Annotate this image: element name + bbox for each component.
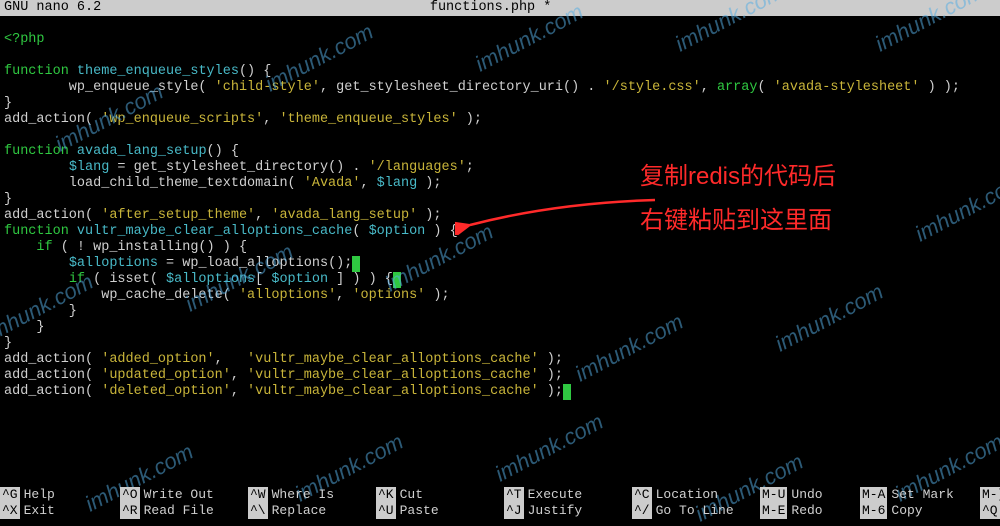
hotkey-exit[interactable]: ^XExit xyxy=(0,503,120,519)
code-line: add_action( 'added_option', 'vultr_maybe… xyxy=(4,352,563,367)
code-line: add_action( 'wp_enqueue_scripts', 'theme… xyxy=(4,112,482,127)
hotkey-write-out[interactable]: ^OWrite Out xyxy=(120,487,248,503)
hotkey-redo[interactable]: M-ERedo xyxy=(760,503,860,519)
titlebar: GNU nano 6.2 functions.php * xyxy=(0,0,1000,16)
code-line: } xyxy=(4,96,12,111)
code-line: add_action( 'deleted_option', 'vultr_may… xyxy=(4,384,571,399)
hotkey-where-is[interactable]: ^WWhere Is xyxy=(248,487,376,503)
code-line: } xyxy=(4,192,12,207)
hotkey-set-mark[interactable]: M-ASet Mark xyxy=(860,487,980,503)
hotkey-execute[interactable]: ^TExecute xyxy=(504,487,632,503)
code-line: function theme_enqueue_styles() { xyxy=(4,64,271,79)
hotkey-help[interactable]: ^GHelp xyxy=(0,487,120,503)
annotation-line-2: 右键粘贴到这里面 xyxy=(640,204,836,238)
hotkey-cut[interactable]: ^KCut xyxy=(376,487,504,503)
code-line: add_action( 'updated_option', 'vultr_may… xyxy=(4,368,563,383)
hotkey-justify[interactable]: ^JJustify xyxy=(504,503,632,519)
code-line: wp_cache_delete( 'alloptions', 'options'… xyxy=(4,288,450,303)
hotkey-extra-2[interactable]: ^QW xyxy=(980,503,1000,519)
editor-area[interactable]: <?php function theme_enqueue_styles() { … xyxy=(0,16,1000,400)
code-line: function avada_lang_setup() { xyxy=(4,144,239,159)
code-line: add_action( 'after_setup_theme', 'avada_… xyxy=(4,208,442,223)
code-line: $alloptions = wp_load_alloptions(); xyxy=(4,256,360,271)
hotkey-goto-line[interactable]: ^/Go To Line xyxy=(632,503,760,519)
code-line: } xyxy=(4,336,12,351)
annotation-line-1: 复制redis的代码后 xyxy=(640,160,836,194)
hotkey-copy[interactable]: M-6Copy xyxy=(860,503,980,519)
code-line: function vultr_maybe_clear_alloptions_ca… xyxy=(4,224,458,239)
code-line: load_child_theme_textdomain( 'Avada', $l… xyxy=(4,176,442,191)
code-line: } xyxy=(4,304,77,319)
hotkey-extra-1[interactable]: M-] xyxy=(980,487,1000,503)
code-line: $lang = get_stylesheet_directory() . '/l… xyxy=(4,160,474,175)
hotkey-read-file[interactable]: ^RRead File xyxy=(120,503,248,519)
hotkey-undo[interactable]: M-UUndo xyxy=(760,487,860,503)
app-name: GNU nano 6.2 xyxy=(0,0,101,16)
code-line: } xyxy=(4,320,45,335)
hotkey-paste[interactable]: ^UPaste xyxy=(376,503,504,519)
code-line: if ( isset( $alloptions[ $option ] ) ) { xyxy=(4,272,401,287)
hotkey-replace[interactable]: ^\Replace xyxy=(248,503,376,519)
code-line: <?php xyxy=(4,32,45,47)
watermark: imhunk.com xyxy=(493,413,605,483)
filename: functions.php * xyxy=(101,0,880,16)
annotation-text: 复制redis的代码后 右键粘贴到这里面 xyxy=(640,160,836,238)
hotkey-location[interactable]: ^CLocation xyxy=(632,487,760,503)
shortcut-bar: ^GHelp ^OWrite Out ^WWhere Is ^KCut ^TEx… xyxy=(0,487,1000,519)
code-line: wp_enqueue_style( 'child-style', get_sty… xyxy=(4,80,960,95)
code-line: if ( ! wp_installing() ) { xyxy=(4,240,247,255)
